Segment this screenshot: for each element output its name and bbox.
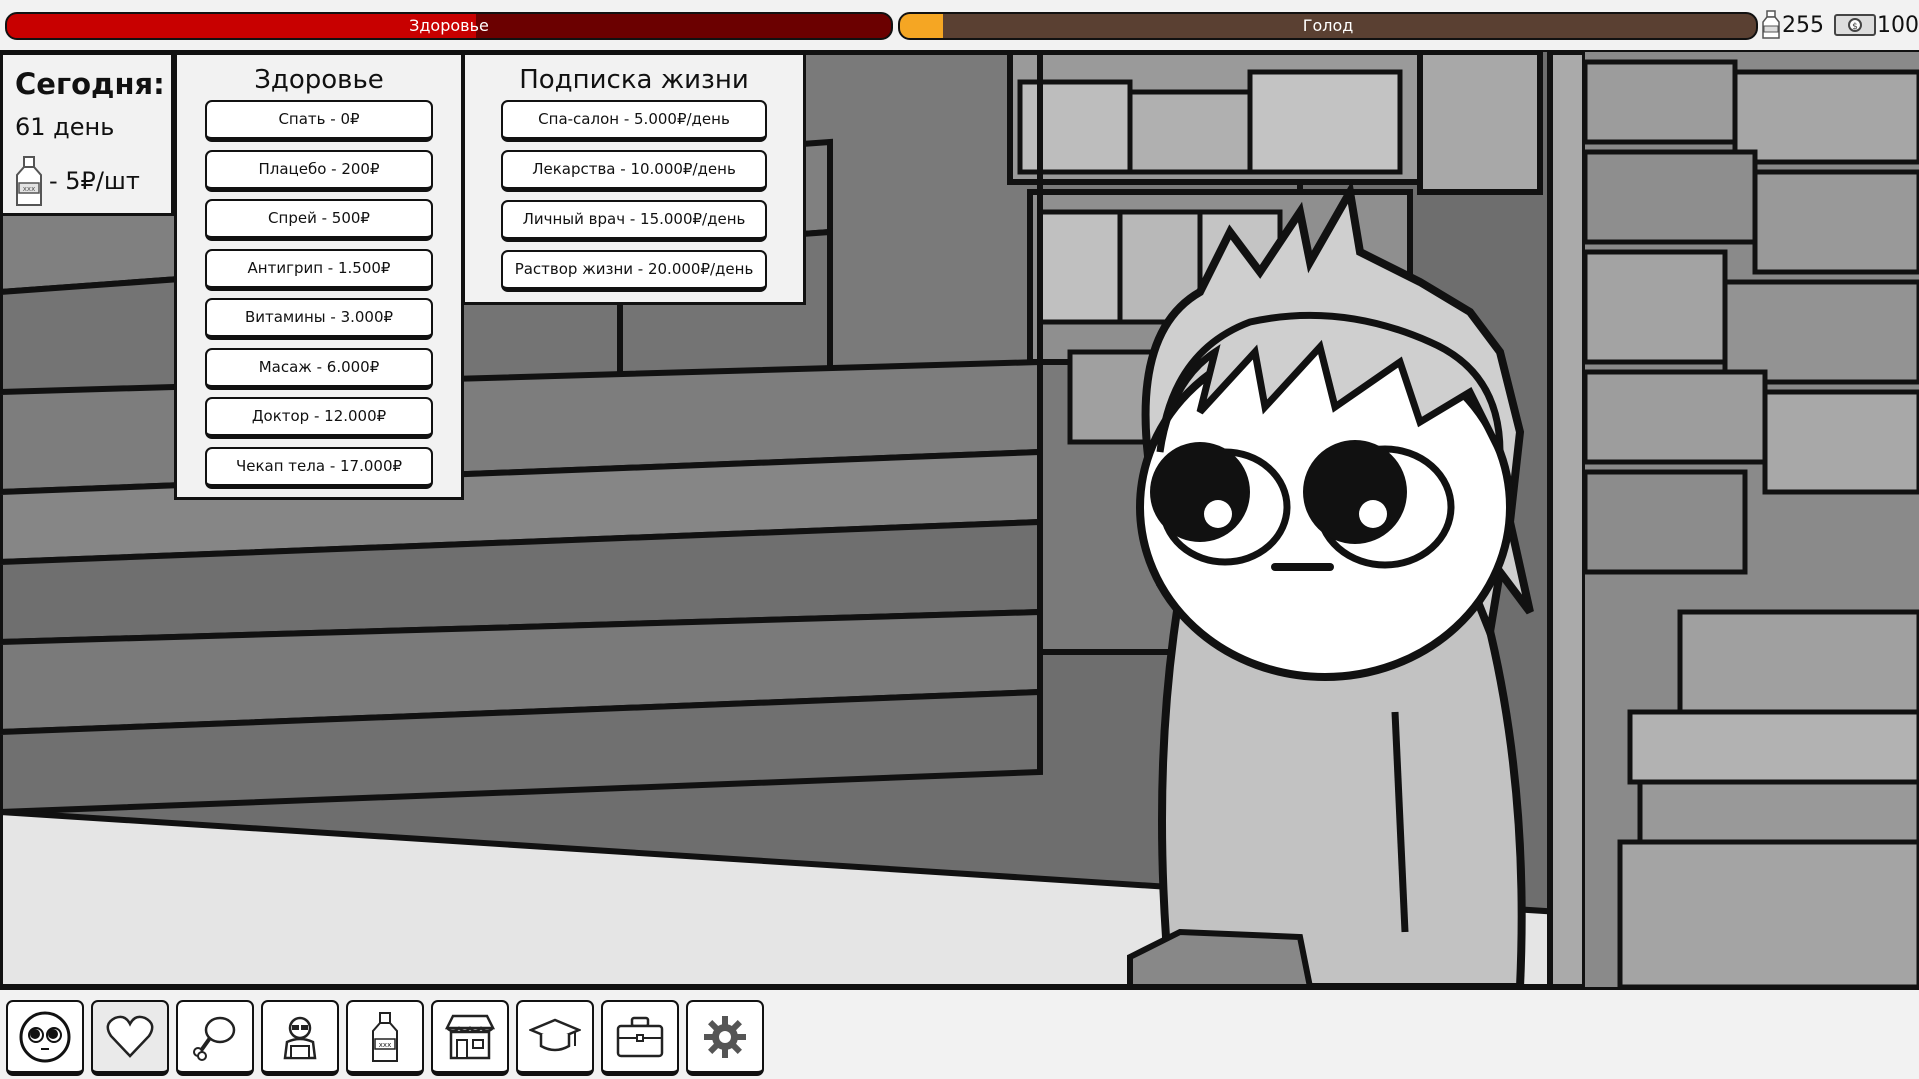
health-shop-title: Здоровье [254,65,384,95]
hacker-icon [283,1016,317,1059]
subscription-title: Подписка жизни [519,65,749,95]
bottom-toolbar: xxx [0,987,1919,1079]
graduation-cap-icon [529,1018,581,1051]
hunger-bar-label: Голод [1302,16,1354,35]
bottle-count: 255 [1782,12,1824,38]
health-option-button-4[interactable]: Витамины - 3.000₽ [205,298,433,340]
character-face-icon [19,1011,71,1062]
shop-icon [444,1014,496,1059]
character-button[interactable] [6,1000,84,1076]
health-shop-panel: Здоровье Спать - 0₽ Плацебо - 200₽ Спрей -… [174,52,464,500]
bottle-price: xxx - 5₽/шт [13,155,140,207]
health-option-button-6[interactable]: Доктор - 12.000₽ [205,397,433,439]
health-option-button-3[interactable]: Антигрип - 1.500₽ [205,248,433,291]
today-title: Сегодня: [15,67,165,101]
svg-text:$: $ [1852,22,1858,32]
health-option-button-7[interactable]: Чекап тела - 17.000₽ [205,446,433,489]
svg-text:xxx: xxx [23,185,35,193]
work-button[interactable] [601,1000,679,1076]
subscription-option-button-0[interactable]: Спа-салон - 5.000₽/день [501,100,767,142]
subscription-option-button-1[interactable]: Лекарства - 10.000₽/день [501,150,767,192]
day-counter: 61 день [15,113,115,141]
shop-button[interactable] [431,1000,509,1076]
subscription-option-button-2[interactable]: Личный врач - 15.000₽/день [501,200,767,242]
heart-icon [106,1015,154,1058]
game-scene: Сегодня: 61 день xxx - 5₽/шт Здоровье Сп… [0,52,1919,987]
bottle-price-label: - 5₽/шт [49,167,140,195]
bottle-icon: xxx [16,156,42,206]
health-button[interactable] [91,1000,169,1076]
health-option-button-2[interactable]: Спрей - 500₽ [205,199,433,241]
hunger-bar: Голод [898,12,1758,40]
bottles-button[interactable]: xxx [346,1000,424,1076]
bottle-icon: xxx [372,1011,398,1062]
gear-icon [704,1015,746,1058]
bottle-counter: 255 [1760,10,1824,40]
bottle-icon [1762,10,1780,39]
health-option-button-5[interactable]: Масаж - 6.000₽ [205,347,433,390]
health-option-button-1[interactable]: Плацебо - 200₽ [205,149,433,192]
banknote-icon: $ [1834,14,1876,36]
health-option-button-0[interactable]: Спать - 0₽ [205,100,433,142]
hack-button[interactable] [261,1000,339,1076]
money-counter: $ 100 [1833,10,1919,40]
meat-icon [193,1016,236,1061]
subscription-panel: Подписка жизни Спа-салон - 5.000₽/день Ле… [462,52,806,305]
health-bar-label: Здоровье [409,16,489,35]
settings-button[interactable] [686,1000,764,1076]
health-bar: Здоровье [5,12,893,40]
top-hud: Здоровье Голод 255 $ 100 [0,0,1919,53]
briefcase-icon [616,1016,664,1057]
money-count: 100 [1877,12,1919,38]
education-button[interactable] [516,1000,594,1076]
subscription-option-button-3[interactable]: Раствор жизни - 20.000₽/день [501,250,767,292]
today-panel: Сегодня: 61 день xxx - 5₽/шт [0,52,174,216]
food-button[interactable] [176,1000,254,1076]
svg-text:xxx: xxx [379,1041,391,1049]
